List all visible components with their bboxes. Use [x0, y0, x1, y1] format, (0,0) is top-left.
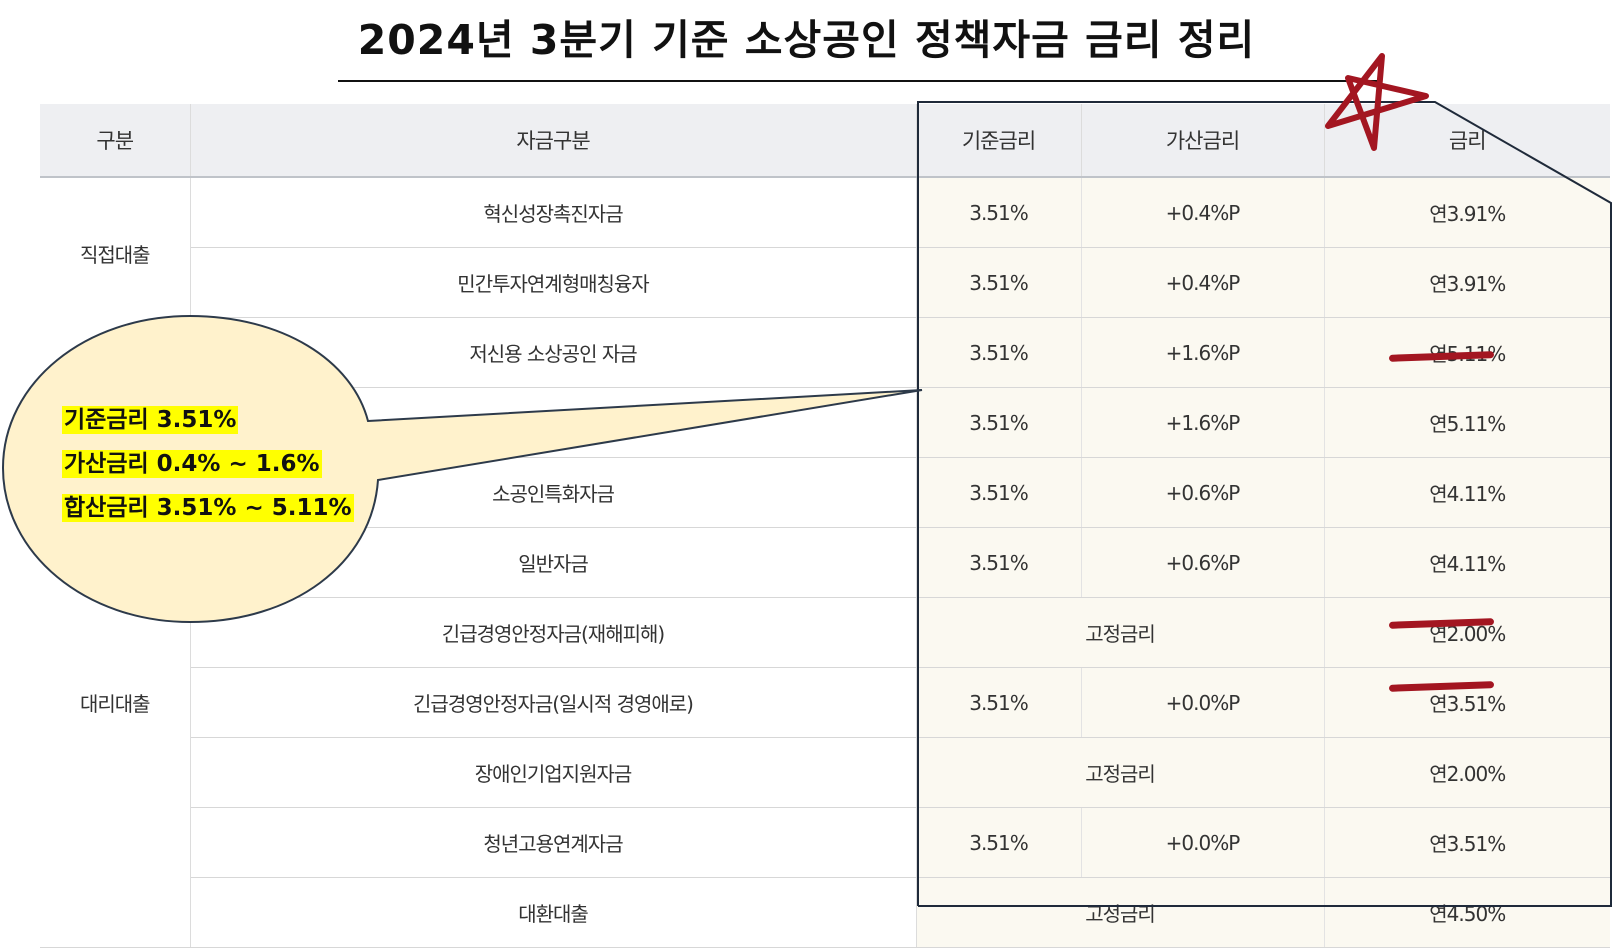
fund-name: 혁신성장촉진자금 [190, 177, 917, 248]
callout-base-rate: 기준금리 3.51% [62, 406, 239, 434]
base-rate: 3.51% [916, 247, 1082, 318]
fund-name: 장애인기업지원자금 [190, 737, 917, 808]
added-rate: +0.0%P [1081, 667, 1325, 738]
table-row: 직접대출 혁신성장촉진자금 3.51% +0.4%P 연3.91% [40, 177, 1610, 458]
table-row: 일반자금 3.51% +0.6%P 연4.11% [40, 527, 1610, 598]
base-rate: 3.51% [916, 317, 1082, 388]
callout-total-rate: 합산금리 3.51% ~ 5.11% [62, 494, 354, 522]
total-rate: 연2.00% [1324, 597, 1610, 668]
base-rate: 3.51% [916, 457, 1082, 528]
fund-name: 일반자금 [190, 527, 917, 598]
header-fund-type: 자금구분 [190, 104, 917, 178]
fixed-rate-label: 고정금리 [916, 597, 1325, 668]
total-rate: 연3.51% [1324, 807, 1610, 878]
table-row: 청년고용연계자금 3.51% +0.0%P 연3.51% [40, 807, 1610, 878]
added-rate: +0.6%P [1081, 457, 1325, 528]
fund-name: 청년고용연계자금 [190, 807, 917, 878]
table-row: 저신용 소상공인 자금 3.51% +1.6%P 연5.11% [40, 317, 1610, 388]
star-icon [1325, 53, 1429, 151]
table-row: 대환대출 고정금리 연4.50% [40, 877, 1610, 948]
total-rate: 연4.11% [1324, 527, 1610, 598]
callout-added-rate: 가산금리 0.4% ~ 1.6% [62, 450, 322, 478]
title-underline [338, 80, 1378, 82]
base-rate: 3.51% [916, 527, 1082, 598]
base-rate: 3.51% [916, 807, 1082, 878]
base-rate: 3.51% [916, 387, 1082, 458]
table-row: 긴급경영안정자금(재해피해) 고정금리 연2.00% [40, 597, 1610, 668]
fund-name: 민간투자연계형매칭융자 [190, 247, 917, 318]
added-rate: +0.4%P [1081, 177, 1325, 248]
header-base-rate: 기준금리 [916, 104, 1082, 178]
table-row: 민간투자연계형매칭융자 3.51% +0.4%P 연3.91% [40, 247, 1610, 318]
table-row: 장애인기업지원자금 고정금리 연2.00% [40, 737, 1610, 808]
group-agency-loan: 대리대출 [40, 457, 191, 948]
fund-name: 저신용 소상공인 자금 [190, 317, 917, 388]
added-rate: +1.6%P [1081, 387, 1325, 458]
fixed-rate-label: 고정금리 [916, 737, 1325, 808]
added-rate: +0.0%P [1081, 807, 1325, 878]
total-rate: 연3.91% [1324, 177, 1610, 248]
fund-name: 긴급경영안정자금(재해피해) [190, 597, 917, 668]
base-rate: 3.51% [916, 177, 1082, 248]
total-rate: 연4.50% [1324, 877, 1610, 948]
fund-name: 긴급경영안정자금(일시적 경영애로) [190, 667, 917, 738]
fund-name: 대환대출 [190, 877, 917, 948]
base-rate: 3.51% [916, 667, 1082, 738]
header-added-rate: 가산금리 [1081, 104, 1325, 178]
total-rate: 연2.00% [1324, 737, 1610, 808]
total-rate: 연3.51% [1324, 667, 1610, 738]
header-category: 구분 [40, 104, 191, 178]
total-rate: 연5.11% [1324, 387, 1610, 458]
total-rate: 연4.11% [1324, 457, 1610, 528]
added-rate: +0.6%P [1081, 527, 1325, 598]
callout-text: 기준금리 3.51% 가산금리 0.4% ~ 1.6% 합산금리 3.51% ~… [62, 398, 354, 530]
added-rate: +0.4%P [1081, 247, 1325, 318]
total-rate: 연3.91% [1324, 247, 1610, 318]
table-row: 긴급경영안정자금(일시적 경영애로) 3.51% +0.0%P 연3.51% [40, 667, 1610, 738]
fixed-rate-label: 고정금리 [916, 877, 1325, 948]
added-rate: +1.6%P [1081, 317, 1325, 388]
